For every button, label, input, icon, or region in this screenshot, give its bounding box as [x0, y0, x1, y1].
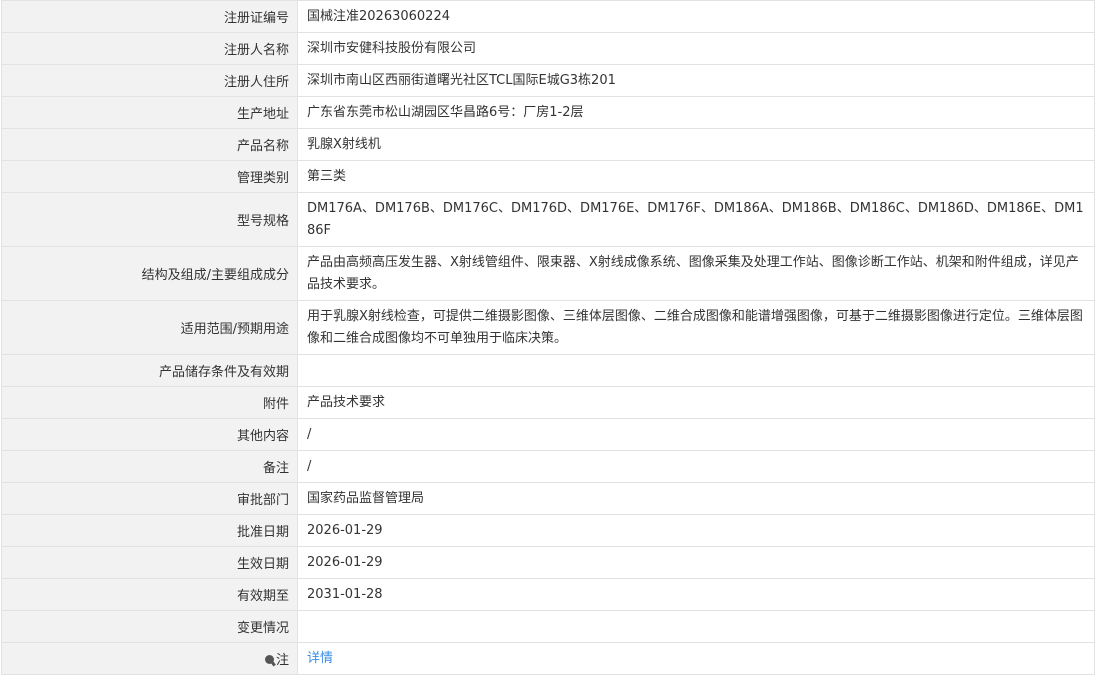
label-management-category: 管理类别 [1, 160, 298, 193]
row-registrant-name: 注册人名称 深圳市安健科技股份有限公司 [1, 32, 1095, 65]
row-model-spec: 型号规格 DM176A、DM176B、DM176C、DM176D、DM176E、… [1, 192, 1095, 247]
value-intended-use: 用于乳腺X射线检查，可提供二维摄影图像、三维体层图像、二维合成图像和能谱增强图像… [297, 300, 1095, 355]
row-change-history: 变更情况 [1, 610, 1095, 643]
label-other-content: 其他内容 [1, 418, 298, 451]
value-model-spec: DM176A、DM176B、DM176C、DM176D、DM176E、DM176… [297, 192, 1095, 247]
registration-detail-panel: 注册证编号 国械注准20263060224 注册人名称 深圳市安健科技股份有限公… [1, 0, 1097, 675]
label-attachment: 附件 [1, 386, 298, 419]
value-approval-date: 2026-01-29 [297, 514, 1095, 547]
row-storage-conditions: 产品储存条件及有效期 [1, 354, 1095, 387]
label-structure-composition: 结构及组成/主要组成成分 [1, 246, 298, 301]
row-other-content: 其他内容 / [1, 418, 1095, 451]
value-other-content: / [297, 418, 1095, 451]
value-structure-composition: 产品由高频高压发生器、X射线管组件、限束器、X射线成像系统、图像采集及处理工作站… [297, 246, 1095, 301]
value-note: 详情 [297, 642, 1095, 675]
label-change-history: 变更情况 [1, 610, 298, 643]
label-registrant-address: 注册人住所 [1, 64, 298, 97]
row-attachment: 附件 产品技术要求 [1, 386, 1095, 419]
label-approval-department: 审批部门 [1, 482, 298, 515]
row-effective-date: 生效日期 2026-01-29 [1, 546, 1095, 579]
row-intended-use: 适用范围/预期用途 用于乳腺X射线检查，可提供二维摄影图像、三维体层图像、二维合… [1, 300, 1095, 355]
value-management-category: 第三类 [297, 160, 1095, 193]
label-remarks: 备注 [1, 450, 298, 483]
label-model-spec: 型号规格 [1, 192, 298, 247]
label-production-address: 生产地址 [1, 96, 298, 129]
row-approval-date: 批准日期 2026-01-29 [1, 514, 1095, 547]
label-effective-date: 生效日期 [1, 546, 298, 579]
value-production-address: 广东省东莞市松山湖园区华昌路6号：厂房1-2层 [297, 96, 1095, 129]
value-valid-until: 2031-01-28 [297, 578, 1095, 611]
value-change-history [297, 610, 1095, 643]
row-product-name: 产品名称 乳腺X射线机 [1, 128, 1095, 161]
label-registration-number: 注册证编号 [1, 0, 298, 33]
label-product-name: 产品名称 [1, 128, 298, 161]
details-link[interactable]: 详情 [307, 651, 333, 666]
row-production-address: 生产地址 广东省东莞市松山湖园区华昌路6号：厂房1-2层 [1, 96, 1095, 129]
label-valid-until: 有效期至 [1, 578, 298, 611]
label-storage-conditions: 产品储存条件及有效期 [1, 354, 298, 387]
value-storage-conditions [297, 354, 1095, 387]
row-remarks: 备注 / [1, 450, 1095, 483]
note-label-text: 注 [275, 653, 289, 668]
note-pin-icon [264, 655, 274, 664]
label-note: 注 [1, 642, 298, 675]
row-note: 注 详情 [1, 642, 1095, 675]
value-registrant-address: 深圳市南山区西丽街道曙光社区TCL国际E城G3栋201 [297, 64, 1095, 97]
registration-info-table: 注册证编号 国械注准20263060224 注册人名称 深圳市安健科技股份有限公… [1, 0, 1095, 675]
label-registrant-name: 注册人名称 [1, 32, 298, 65]
row-registration-number: 注册证编号 国械注准20263060224 [1, 0, 1095, 33]
value-product-name: 乳腺X射线机 [297, 128, 1095, 161]
row-registrant-address: 注册人住所 深圳市南山区西丽街道曙光社区TCL国际E城G3栋201 [1, 64, 1095, 97]
value-approval-department: 国家药品监督管理局 [297, 482, 1095, 515]
value-remarks: / [297, 450, 1095, 483]
row-approval-department: 审批部门 国家药品监督管理局 [1, 482, 1095, 515]
row-structure-composition: 结构及组成/主要组成成分 产品由高频高压发生器、X射线管组件、限束器、X射线成像… [1, 246, 1095, 301]
row-valid-until: 有效期至 2031-01-28 [1, 578, 1095, 611]
row-management-category: 管理类别 第三类 [1, 160, 1095, 193]
value-effective-date: 2026-01-29 [297, 546, 1095, 579]
label-approval-date: 批准日期 [1, 514, 298, 547]
label-intended-use: 适用范围/预期用途 [1, 300, 298, 355]
value-attachment: 产品技术要求 [297, 386, 1095, 419]
value-registration-number: 国械注准20263060224 [297, 0, 1095, 33]
value-registrant-name: 深圳市安健科技股份有限公司 [297, 32, 1095, 65]
